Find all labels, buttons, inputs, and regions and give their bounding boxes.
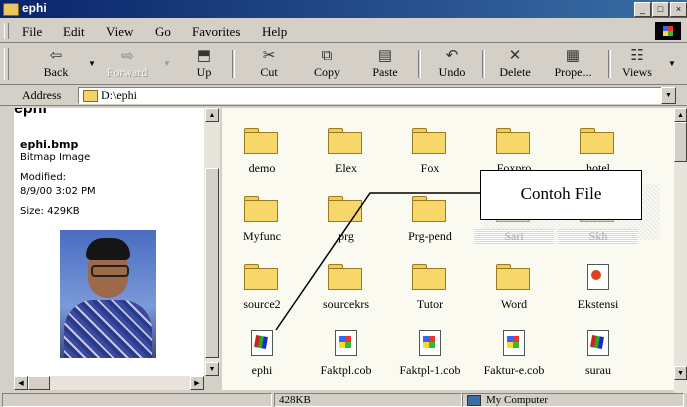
annotation-callout: Contoh File: [480, 170, 642, 220]
status-bar: 428KB My Computer: [0, 392, 687, 407]
explorer-window: ephi _ □ × File Edit View Go Favorites H…: [0, 0, 687, 407]
computer-icon: [467, 394, 481, 406]
status-panel-objects: [2, 393, 272, 407]
status-zone: My Computer: [462, 393, 684, 407]
status-size: 428KB: [274, 393, 462, 407]
status-zone-label: My Computer: [486, 394, 549, 406]
